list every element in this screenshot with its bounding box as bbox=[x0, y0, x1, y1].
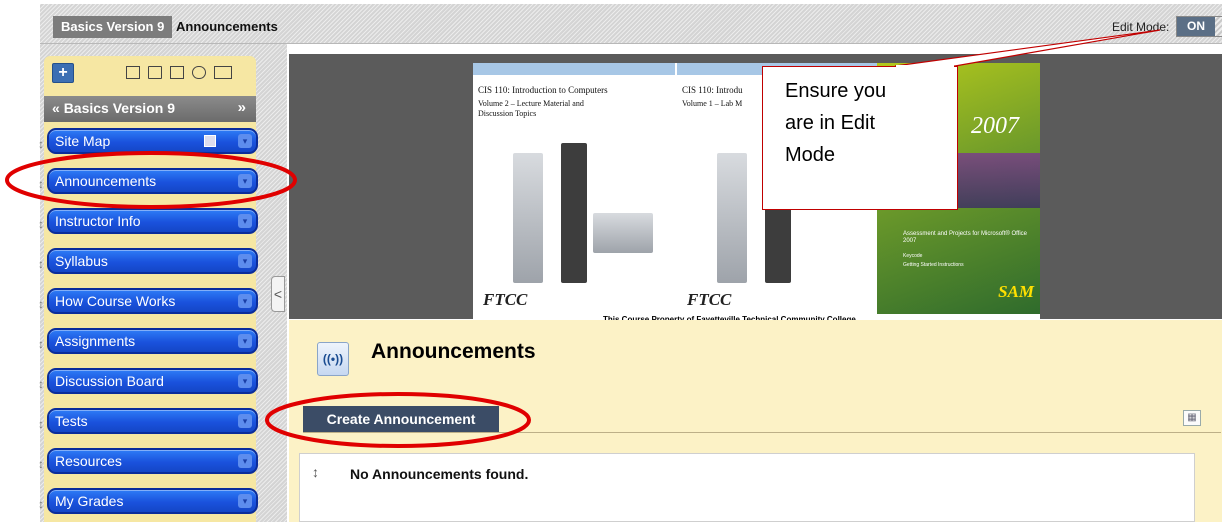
menu-item-instructor-info[interactable]: ↕ Instructor Info ▾ bbox=[38, 208, 258, 234]
action-bar-divider bbox=[303, 432, 1221, 433]
callout-text: Ensure you are in Edit Mode bbox=[785, 80, 887, 166]
book-subtitle: Volume 1 – Lab M bbox=[682, 99, 743, 108]
chevron-down-icon[interactable]: ▾ bbox=[238, 454, 252, 468]
menu-item-assignments[interactable]: ↕ Assignments ▾ bbox=[38, 328, 258, 354]
chevron-down-icon[interactable]: ▾ bbox=[238, 214, 252, 228]
person-figure bbox=[513, 153, 543, 283]
book-subtitle: Volume 2 – Lecture Material and Discussi… bbox=[478, 99, 584, 118]
course-menu-view-icon[interactable] bbox=[126, 66, 140, 79]
drag-handle-icon[interactable]: ↕ bbox=[38, 333, 44, 355]
breadcrumb-page: Announcements bbox=[176, 19, 278, 34]
instruction-callout: Ensure you are in Edit Mode bbox=[762, 66, 958, 210]
chevron-down-icon[interactable]: ▾ bbox=[238, 294, 252, 308]
menu-item-label: Assignments bbox=[55, 333, 136, 349]
drag-handle-icon[interactable]: ↕ bbox=[38, 413, 44, 435]
menu-header: « Basics Version 9 » bbox=[44, 96, 256, 122]
book3-line1: Assessment and Projects for Microsoft® O… bbox=[903, 231, 1028, 244]
menu-item-label: How Course Works bbox=[55, 293, 176, 309]
book-author-strip bbox=[473, 63, 675, 75]
drag-handle-icon[interactable]: ↕ bbox=[38, 493, 44, 515]
chevron-down-icon[interactable]: ▾ bbox=[238, 374, 252, 388]
page-title: Announcements bbox=[371, 340, 536, 363]
chevron-down-icon[interactable]: ▾ bbox=[238, 254, 252, 268]
drag-handle-icon[interactable]: ↕ bbox=[38, 373, 44, 395]
ftcc-logo: FTCC bbox=[483, 290, 528, 309]
chevron-down-icon[interactable]: ▾ bbox=[238, 334, 252, 348]
drag-handle-icon[interactable]: ↕ bbox=[38, 453, 44, 475]
book3-line3: Getting Started Instructions bbox=[903, 262, 964, 268]
menu-item-discussion-board[interactable]: ↕ Discussion Board ▾ bbox=[38, 368, 258, 394]
content-area: ((•)) Announcements Create Announcement … bbox=[289, 320, 1222, 522]
menu-item-resources[interactable]: ↕ Resources ▾ bbox=[38, 448, 258, 474]
breadcrumb-course[interactable]: Basics Version 9 bbox=[53, 16, 173, 38]
chevron-down-icon[interactable]: ▾ bbox=[238, 174, 252, 188]
menu-item-how-course-works[interactable]: ↕ How Course Works ▾ bbox=[38, 288, 258, 314]
drag-handle-icon[interactable]: ↕ bbox=[38, 253, 44, 275]
add-menu-item-button[interactable]: + bbox=[52, 63, 74, 83]
desk-figure bbox=[593, 213, 653, 253]
announcements-icon: ((•)) bbox=[317, 342, 349, 376]
menu-item-announcements[interactable]: ↕ Announcements ▾ bbox=[38, 168, 258, 194]
expand-menu-icon[interactable]: » bbox=[238, 99, 246, 116]
edit-mode-label: Edit Mode: bbox=[1112, 20, 1170, 34]
sitemap-icon[interactable] bbox=[204, 135, 216, 147]
menu-item-label: My Grades bbox=[55, 493, 124, 509]
menu-item-label: Syllabus bbox=[55, 253, 108, 269]
announcements-list: ↕ No Announcements found. bbox=[299, 453, 1195, 522]
course-name: Basics Version 9 bbox=[63, 100, 175, 116]
menu-header-title[interactable]: « Basics Version 9 bbox=[52, 100, 175, 116]
book-cover-volume-2: CIS 110: Introduction to Computers Volum… bbox=[473, 63, 675, 314]
edit-mode-on[interactable]: ON bbox=[1177, 17, 1215, 36]
person-figure bbox=[561, 143, 587, 283]
collapse-glyph: « bbox=[52, 100, 60, 116]
new-window-icon[interactable] bbox=[170, 66, 184, 79]
menu-item-label: Tests bbox=[55, 413, 88, 429]
sam-logo: SAM bbox=[998, 282, 1034, 301]
folder-view-icon[interactable] bbox=[148, 66, 162, 79]
chevron-down-icon[interactable]: ▾ bbox=[238, 494, 252, 508]
quick-enroll-icon[interactable] bbox=[214, 66, 232, 79]
menu-item-label: Discussion Board bbox=[55, 373, 164, 389]
empty-message: No Announcements found. bbox=[350, 466, 529, 482]
course-topbar: Basics Version 9 Announcements Edit Mode… bbox=[40, 4, 1222, 44]
book3-line2: Keycode bbox=[903, 253, 923, 259]
create-announcement-button[interactable]: Create Announcement bbox=[303, 406, 499, 432]
menu-toolbar: + bbox=[52, 62, 252, 86]
menu-item-label: Instructor Info bbox=[55, 213, 141, 229]
menu-item-syllabus[interactable]: ↕ Syllabus ▾ bbox=[38, 248, 258, 274]
book-title: CIS 110: Introduction to Computers bbox=[478, 85, 608, 95]
drag-handle-icon[interactable]: ↕ bbox=[38, 173, 44, 195]
book-year: 2007 bbox=[971, 113, 1019, 139]
menu-item-site-map[interactable]: ↕ Site Map ▾ bbox=[38, 128, 258, 154]
menu-item-label: Resources bbox=[55, 453, 122, 469]
collapse-menu-tab[interactable]: < bbox=[271, 276, 285, 312]
refresh-icon[interactable] bbox=[192, 66, 206, 79]
menu-item-label: Site Map bbox=[55, 133, 111, 149]
person-figure bbox=[717, 153, 747, 283]
menu-item-my-grades[interactable]: ↕ My Grades ▾ bbox=[38, 488, 258, 514]
drag-handle-icon[interactable]: ↕ bbox=[38, 213, 44, 235]
course-menu: + « Basics Version 9 » ↕ Site Map ▾ ↕ An… bbox=[38, 56, 258, 522]
chevron-down-icon[interactable]: ▾ bbox=[238, 134, 252, 148]
list-options-icon[interactable]: ▦ bbox=[1183, 410, 1201, 426]
drag-handle-icon[interactable]: ↕ bbox=[312, 464, 319, 480]
chevron-down-icon[interactable]: ▾ bbox=[238, 414, 252, 428]
drag-handle-icon[interactable]: ↕ bbox=[38, 293, 44, 315]
drag-handle-icon[interactable]: ↕ bbox=[38, 133, 44, 155]
menu-item-tests[interactable]: ↕ Tests ▾ bbox=[38, 408, 258, 434]
edit-mode-off[interactable] bbox=[1215, 17, 1222, 36]
book-title: CIS 110: Introdu bbox=[682, 85, 743, 95]
menu-item-label: Announcements bbox=[55, 173, 157, 189]
ftcc-logo: FTCC bbox=[687, 290, 732, 309]
course-menu-area: + « Basics Version 9 » ↕ Site Map ▾ ↕ An… bbox=[38, 44, 287, 522]
edit-mode-toggle[interactable]: ON bbox=[1176, 16, 1222, 37]
